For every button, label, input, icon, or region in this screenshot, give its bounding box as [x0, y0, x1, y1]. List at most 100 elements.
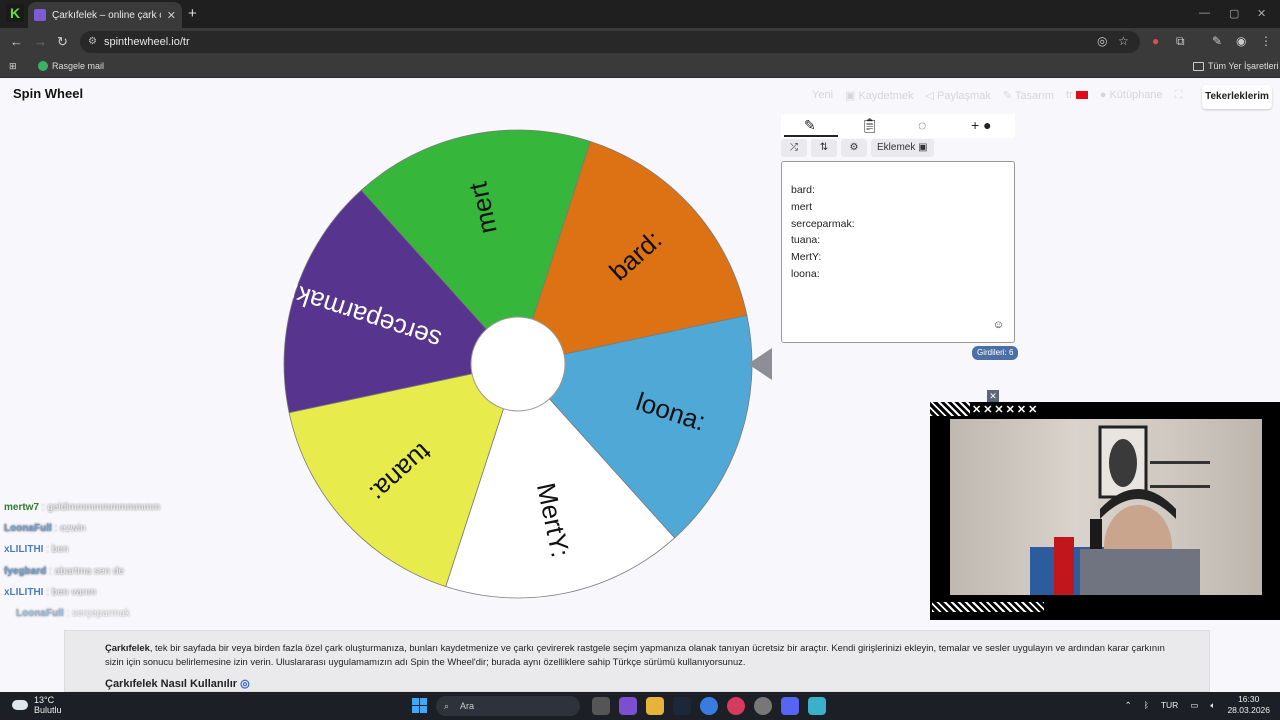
- stream-chat-overlay: mertw7 : geldimmmmmmmmmmm LoonaFull : ez…: [4, 497, 160, 624]
- bookmark-rasgele-mail[interactable]: Rasgele mail: [38, 61, 104, 71]
- folder-icon: [1193, 61, 1204, 71]
- window-close-icon[interactable]: ✕: [1257, 7, 1266, 20]
- about-section: Çarkıfelek, tek bir sayfada bir veya bir…: [64, 630, 1210, 692]
- tray-overflow-icon[interactable]: ⌃: [1125, 700, 1132, 711]
- new-tab-icon[interactable]: +: [188, 5, 197, 22]
- about-paragraph: Çarkıfelek, tek bir sayfada bir veya bir…: [105, 641, 1169, 668]
- chat-message: LoonaFull : serçeparmak: [16, 608, 130, 620]
- shuffle-button[interactable]: ⤮: [781, 139, 807, 157]
- add-image-button[interactable]: Eklemek ▣: [871, 139, 934, 157]
- task-view-icon[interactable]: [592, 697, 610, 715]
- m365-icon[interactable]: [619, 697, 637, 715]
- emoji-picker-icon[interactable]: ☺: [993, 317, 1004, 334]
- chat-user: xLILITHI: [4, 586, 44, 598]
- decor-stripes: [930, 402, 970, 416]
- browser-menu-icon[interactable]: ⋮: [1260, 34, 1272, 48]
- obs-icon[interactable]: [754, 697, 772, 715]
- webcam-close-icon[interactable]: ✕: [987, 390, 999, 402]
- tab-title: Çarkıfelek – online çark çevirme: [52, 9, 161, 21]
- discord-icon[interactable]: [781, 697, 799, 715]
- taskbar-clock[interactable]: 16:30 28.03.2026: [1227, 694, 1270, 716]
- chat-text: serçeparmak: [72, 608, 130, 620]
- reload-icon[interactable]: ↻: [57, 34, 68, 50]
- entry-line: loona:: [791, 267, 820, 280]
- search-icon: ⌕: [444, 701, 450, 711]
- all-bookmarks-label: Tüm Yer İşaretleri: [1208, 61, 1279, 71]
- back-icon[interactable]: ←: [10, 34, 23, 49]
- entries-count-badge: Girdileri: 6: [972, 346, 1019, 360]
- clock-date: 28.03.2026: [1227, 705, 1270, 715]
- tab-edit-pencil-icon[interactable]: ✎: [804, 117, 816, 134]
- tab-add-color-icon[interactable]: + ●: [971, 117, 992, 133]
- chat-user: fyegbard: [4, 565, 47, 577]
- decor-stripes: [932, 602, 1044, 612]
- taskbar-search[interactable]: ⌕ Ara: [436, 696, 580, 716]
- chat-user: LoonaFull: [4, 523, 52, 535]
- steam-icon[interactable]: [673, 697, 691, 715]
- howto-heading-text: Çarkıfelek Nasıl Kullanılır: [105, 678, 238, 690]
- chrome-icon[interactable]: [700, 697, 718, 715]
- extensions-puzzle-icon[interactable]: ⧉: [1176, 34, 1185, 49]
- browser-tab[interactable]: Çarkıfelek – online çark çevirme ✕: [28, 2, 182, 28]
- tab-close-icon[interactable]: ✕: [167, 9, 176, 22]
- notepad-icon[interactable]: [808, 697, 826, 715]
- windows-start-icon[interactable]: [412, 698, 427, 713]
- opera-icon[interactable]: [727, 697, 745, 715]
- tab-hide-eye-icon[interactable]: ◌: [918, 117, 926, 133]
- extension-pen-icon[interactable]: ✎: [1212, 34, 1222, 48]
- extension-badge-icon[interactable]: ●: [1152, 34, 1159, 48]
- add-button-label: Eklemek: [877, 142, 916, 153]
- entry-line: serceparmak:: [791, 217, 855, 230]
- howto-heading: Çarkıfelek Nasıl Kullanılır ◎: [105, 678, 1169, 692]
- entry-line: tuana:: [791, 234, 821, 247]
- address-bar[interactable]: ⚙ spinthewheel.io/tr: [80, 31, 1140, 53]
- chat-message: fyegbard : abartma sen de: [4, 565, 125, 577]
- entries-textarea[interactable]: bard: mert serceparmak: tuana: MertY: lo…: [781, 161, 1015, 343]
- cloud-icon: [12, 700, 28, 710]
- sort-button[interactable]: ⇅: [811, 139, 837, 157]
- volume-icon[interactable]: 🔈︎: [1210, 700, 1215, 711]
- chat-user: mertw7: [4, 502, 40, 513]
- wheel-center-button[interactable]: [470, 316, 566, 412]
- taskbar-search-label: Ara: [460, 701, 475, 711]
- settings-gear-button[interactable]: ⚙: [841, 139, 867, 157]
- entry-line: mert: [791, 200, 812, 213]
- info-icon: ◎: [240, 678, 250, 690]
- forward-icon[interactable]: →: [34, 34, 47, 49]
- eye-off-icon[interactable]: ◎: [1097, 34, 1107, 48]
- minimize-icon[interactable]: —: [1199, 7, 1210, 19]
- about-brand: Çarkıfelek: [105, 642, 150, 653]
- input-language[interactable]: TUR: [1161, 700, 1178, 710]
- bookmarks-bar: ⊞ Rasgele mail Tüm Yer İşaretleri: [0, 56, 1280, 78]
- chat-text: ben varım: [51, 586, 97, 598]
- bookmark-star-icon[interactable]: ☆: [1118, 34, 1129, 48]
- taskbar-apps: [592, 697, 826, 715]
- chat-text: ezwin: [60, 523, 86, 535]
- extension-k-icon[interactable]: K: [6, 4, 24, 22]
- chat-text: geldimmmmmmmmmmm: [47, 502, 161, 513]
- site-favicon-icon: [34, 9, 46, 21]
- webcam-overlay: ✕ ✕✕✕✕✕✕: [930, 390, 1280, 620]
- tab-clipboard-icon[interactable]: 📋︎: [861, 117, 879, 134]
- chat-message: xLILITHI : ben varım: [4, 586, 97, 598]
- active-tab-indicator: [784, 135, 838, 137]
- bluetooth-icon[interactable]: ᛒ: [1144, 700, 1149, 710]
- bookmark-label: Rasgele mail: [52, 61, 105, 71]
- file-explorer-icon[interactable]: [646, 697, 664, 715]
- weather-widget[interactable]: 13°C Bulutlu: [12, 695, 62, 715]
- page-content: Spin Wheel Yeni ▣ Kaydetmek ◁ Paylaşmak …: [0, 80, 1280, 692]
- site-info-icon[interactable]: ⚙: [88, 31, 97, 53]
- network-icon[interactable]: ▭: [1190, 700, 1198, 711]
- windows-taskbar: 13°C Bulutlu ⌕ Ara ⌃ ᛒ TUR ▭ 🔈︎ 16:30 28.…: [0, 692, 1280, 720]
- editor-button-row: ⤮ ⇅ ⚙ Eklemek ▣: [781, 139, 934, 159]
- weather-desc: Bulutlu: [34, 705, 62, 715]
- all-bookmarks-folder[interactable]: Tüm Yer İşaretleri: [1193, 61, 1279, 71]
- browser-tabstrip: K Çarkıfelek – online çark çevirme ✕ + —…: [0, 0, 1280, 28]
- maximize-icon[interactable]: ▢: [1229, 7, 1239, 20]
- profile-avatar-icon[interactable]: ◉: [1236, 34, 1246, 48]
- chat-message: mertw7 : geldimmmmmmmmmmm: [4, 502, 161, 513]
- url-text: spinthewheel.io/tr: [104, 36, 190, 48]
- chat-text: ben: [51, 544, 69, 556]
- apps-grid-icon[interactable]: ⊞: [9, 61, 17, 72]
- bookmark-favicon-icon: [38, 61, 48, 71]
